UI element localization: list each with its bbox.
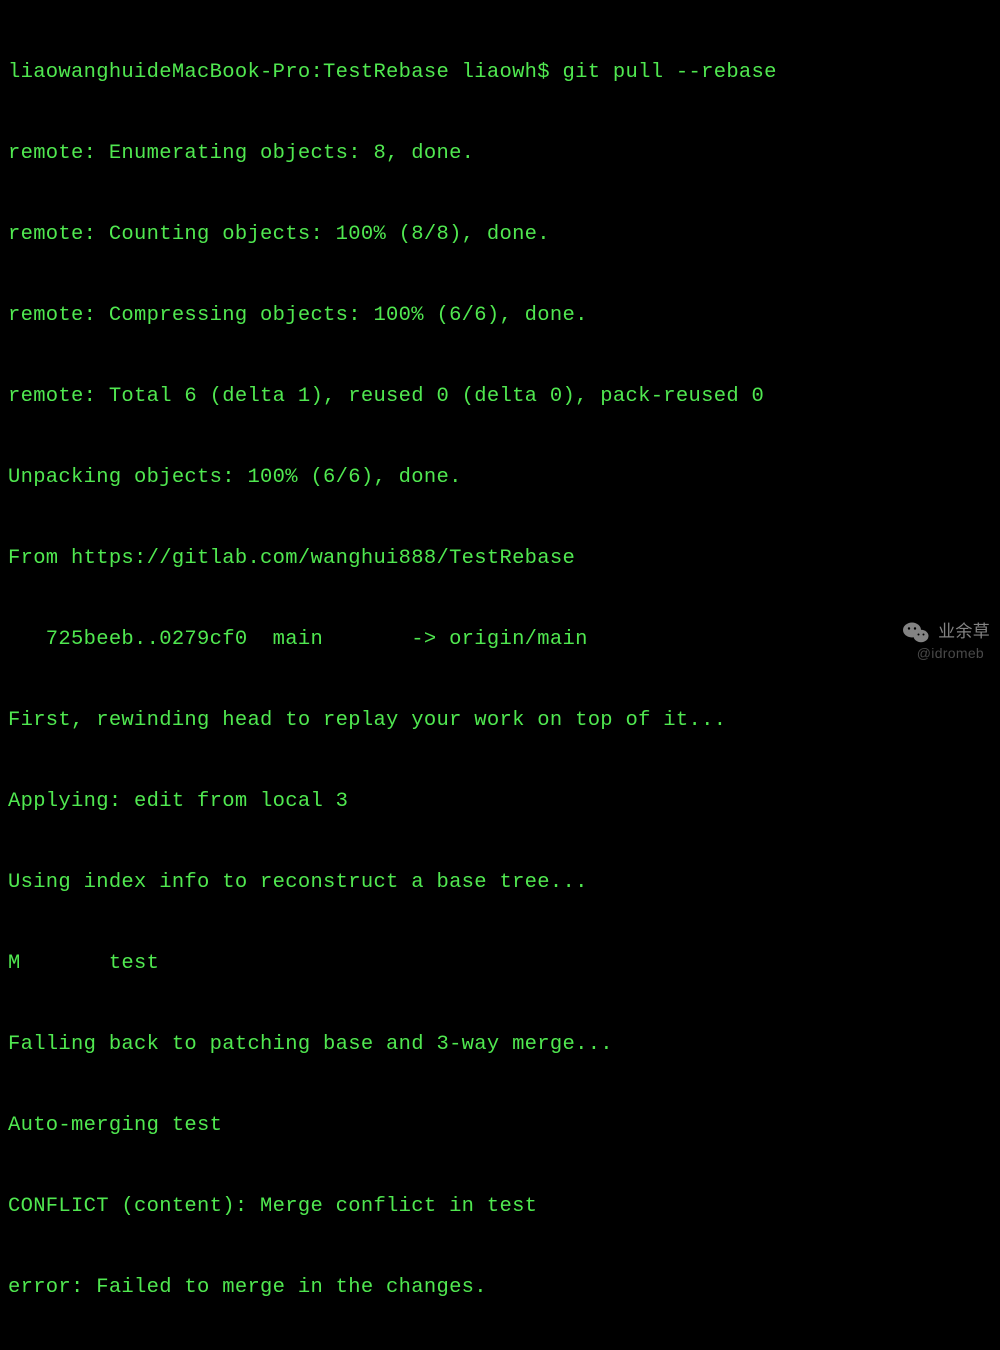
terminal-line: 725beeb..0279cf0 main -> origin/main [8,626,992,653]
terminal-line: First, rewinding head to replay your wor… [8,707,992,734]
watermark-sub: @idromeb [917,640,984,667]
terminal-line: remote: Total 6 (delta 1), reused 0 (del… [8,383,992,410]
terminal-line: Applying: edit from local 3 [8,788,992,815]
terminal-line: Unpacking objects: 100% (6/6), done. [8,464,992,491]
terminal-line: Using index info to reconstruct a base t… [8,869,992,896]
terminal-line: From https://gitlab.com/wanghui888/TestR… [8,545,992,572]
terminal-line: CONFLICT (content): Merge conflict in te… [8,1193,992,1220]
terminal-line: remote: Enumerating objects: 8, done. [8,140,992,167]
terminal-line: Auto-merging test [8,1112,992,1139]
terminal-output[interactable]: liaowanghuideMacBook-Pro:TestRebase liao… [8,5,992,1350]
terminal-line: M test [8,950,992,977]
terminal-line: remote: Compressing objects: 100% (6/6),… [8,302,992,329]
terminal-line: remote: Counting objects: 100% (8/8), do… [8,221,992,248]
terminal-line: error: Failed to merge in the changes. [8,1274,992,1301]
terminal-line: liaowanghuideMacBook-Pro:TestRebase liao… [8,59,992,86]
terminal-line: Falling back to patching base and 3-way … [8,1031,992,1058]
